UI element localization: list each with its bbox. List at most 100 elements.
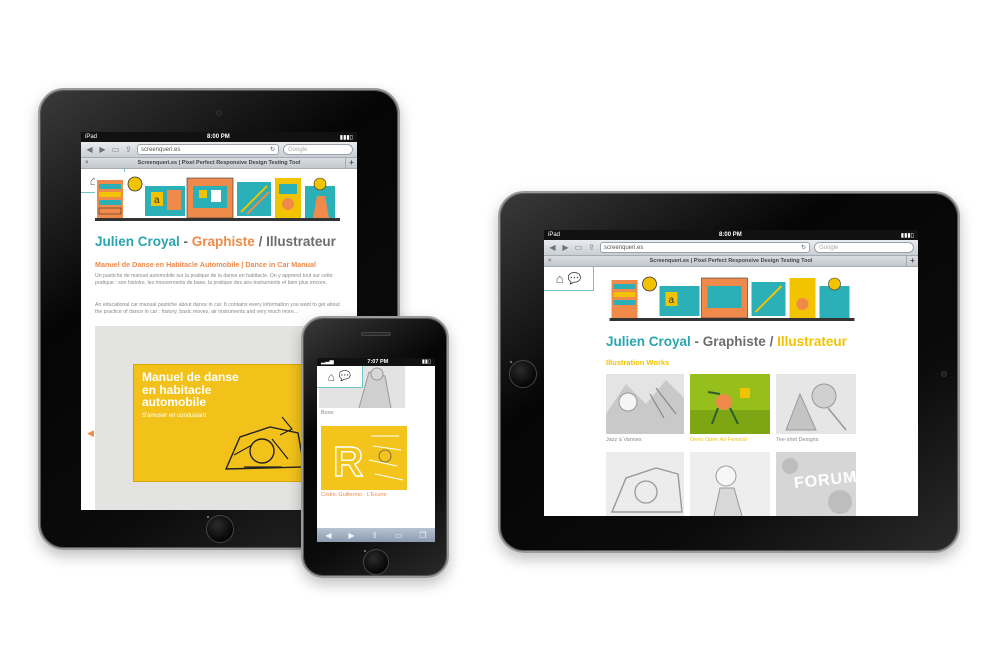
iphone-device: ▂▃▅ 7:07 PM ▮▮▯ ⌂ 💬 Boxe R Cédric Guille (301, 316, 449, 578)
battery-icon: ▮▮▯ (421, 359, 431, 365)
share-icon[interactable]: ⇪ (587, 243, 596, 252)
site-title: Julien Croyal - Graphiste / Illustrateur (606, 334, 847, 349)
thumb-art (606, 374, 684, 434)
url-text: screenqueri.es (141, 146, 181, 153)
bookmarks-icon[interactable]: ▭ (395, 531, 403, 540)
address-bar[interactable]: screenqueri.es ↻ (137, 144, 279, 155)
status-bar: ▂▃▅ 7:07 PM ▮▮▯ (317, 358, 435, 366)
thumb-oeno-open-air-festival[interactable] (690, 374, 770, 434)
site-name: Julien Croyal (95, 234, 180, 249)
safari-toolbar: ◀ ▶ ▭ ⇪ screenqueri.es ↻ Google (544, 240, 918, 256)
svg-text:a: a (669, 295, 675, 306)
site-role-graphiste[interactable]: Graphiste (703, 334, 766, 349)
clock: 8:00 PM (719, 232, 742, 238)
safari-toolbar: ◀ ▶ ▭ ⇪ screenqueri.es ↻ Google (81, 142, 357, 158)
back-icon[interactable]: ◀ (325, 531, 331, 540)
back-icon[interactable]: ◀ (548, 243, 557, 252)
cover-title: Manuel de danse en habitacle automobile (142, 370, 239, 410)
iphone-speaker (361, 332, 391, 336)
bookmarks-icon[interactable]: ▭ (111, 145, 120, 154)
ecurie-image[interactable]: R (321, 426, 407, 490)
thumb-art (776, 374, 856, 434)
thumb-character[interactable] (690, 452, 770, 516)
site-title: Julien Croyal - Graphiste / Illustrateur (95, 234, 336, 249)
header-illustration: a (95, 172, 340, 224)
iphone-screen: ▂▃▅ 7:07 PM ▮▮▯ ⌂ 💬 Boxe R Cédric Guille (317, 358, 435, 542)
ipad-landscape-camera (941, 371, 947, 377)
signal-icon: ▂▃▅ (321, 359, 334, 365)
site-nav: ⌂ 💬 (317, 366, 363, 388)
status-bar: iPad 8:00 PM ▮▮▮▯ (81, 132, 357, 142)
search-field[interactable]: Google (814, 242, 914, 253)
carrier-label: iPad (85, 134, 98, 140)
status-bar: iPad 8:00 PM ▮▮▮▯ (544, 230, 918, 240)
title-separator-2: / (254, 234, 267, 249)
share-icon[interactable]: ⇪ (371, 531, 378, 540)
title-separator-2: / (765, 334, 778, 349)
page-title: Screenqueri.es | Pixel Perfect Responsiv… (649, 258, 813, 264)
title-separator-1: - (690, 334, 703, 349)
thumb-tee-shirt-designs[interactable] (776, 374, 856, 434)
comments-icon[interactable]: 💬 (568, 272, 582, 285)
section-title: Illustration Works (606, 358, 670, 367)
ipad-landscape-home-button[interactable] (509, 360, 537, 388)
close-tab-icon[interactable]: × (85, 160, 89, 166)
home-icon[interactable]: ⌂ (556, 271, 564, 286)
pages-icon[interactable]: ❐ (419, 531, 426, 540)
thumb-caption: Oeno Open Air Festival (690, 437, 747, 443)
ipad-landscape-device: iPad 8:00 PM ▮▮▮▯ ◀ ▶ ▭ ⇪ screenqueri.es… (498, 191, 960, 553)
thumb-caption: Jazz à Vannes (606, 437, 642, 443)
ipad-landscape-screen: iPad 8:00 PM ▮▮▮▯ ◀ ▶ ▭ ⇪ screenqueri.es… (544, 230, 918, 516)
search-placeholder: Google (819, 244, 839, 251)
address-bar[interactable]: screenqueri.es ↻ (600, 242, 810, 253)
thumb-jazz-a-vannes[interactable] (606, 374, 684, 434)
search-placeholder: Google (288, 146, 308, 153)
thumb-car-manual[interactable] (606, 452, 684, 516)
clock: 7:07 PM (367, 359, 389, 365)
reload-icon[interactable]: ↻ (801, 244, 806, 251)
cover-subtitle: S'amuser en conduisant (142, 413, 207, 419)
previous-arrow-icon[interactable]: ◀ (87, 428, 94, 439)
thumb-art: R (321, 426, 407, 490)
back-icon[interactable]: ◀ (85, 145, 94, 154)
thumb-caption: Tee-shirt Designs (776, 437, 819, 443)
ipad-portrait-home-button[interactable] (206, 515, 234, 543)
battery-icon: ▮▮▮▯ (339, 134, 353, 141)
home-icon[interactable]: ⌂ (328, 370, 335, 384)
thumb-forum[interactable]: FORUM (776, 452, 856, 516)
title-separator-1: - (179, 234, 192, 249)
ipad-portrait-camera (216, 110, 222, 116)
item-caption-boxe: Boxe (321, 410, 334, 416)
project-title: Manuel de Danse en Habitacle Automobile … (95, 260, 317, 269)
forward-icon[interactable]: ▶ (98, 145, 107, 154)
reload-icon[interactable]: ↻ (270, 146, 275, 153)
comments-icon[interactable]: 💬 (339, 371, 351, 382)
site-nav: ⌂ 💬 (544, 267, 594, 291)
safari-bottom-bar: ◀ ▶ ⇪ ▭ ❐ (317, 528, 435, 542)
new-tab-icon[interactable]: + (906, 256, 918, 266)
thumb-art (606, 452, 684, 516)
svg-text:a: a (154, 195, 160, 206)
thumb-art (690, 452, 770, 516)
svg-text:R: R (333, 438, 363, 485)
project-description-fr: Un pastiche de manuel automobile sur la … (95, 273, 333, 287)
site-role-graphiste[interactable]: Graphiste (192, 234, 255, 249)
bookmarks-icon[interactable]: ▭ (574, 243, 583, 252)
tab-title-bar: × Screenqueri.es | Pixel Perfect Respons… (544, 256, 918, 267)
forward-icon[interactable]: ▶ (348, 531, 354, 540)
project-description-en: An educational car manual pastiche about… (95, 302, 340, 316)
tab-title-bar: × Screenqueri.es | Pixel Perfect Respons… (81, 158, 357, 169)
share-icon[interactable]: ⇪ (124, 145, 133, 154)
iphone-home-button[interactable] (363, 549, 389, 575)
forward-icon[interactable]: ▶ (561, 243, 570, 252)
new-tab-icon[interactable]: + (345, 158, 357, 168)
car-drawing (224, 416, 305, 470)
close-tab-icon[interactable]: × (548, 258, 552, 264)
item-caption-ecurie: Cédric Guillermo - L'Écurie (321, 492, 387, 498)
clock: 8:00 PM (207, 134, 230, 140)
thumb-art (690, 374, 770, 434)
site-role-illustrateur[interactable]: Illustrateur (266, 234, 336, 249)
site-role-illustrateur[interactable]: Illustrateur (777, 334, 847, 349)
search-field[interactable]: Google (283, 144, 353, 155)
url-text: screenqueri.es (604, 244, 644, 251)
